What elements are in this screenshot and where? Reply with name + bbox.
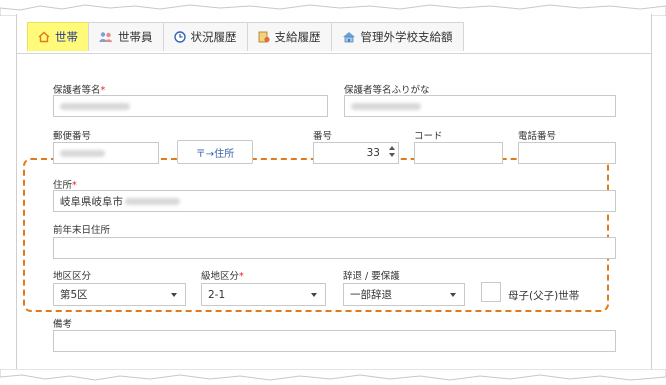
tab-bar: 世帯 世帯員 状況履歴 支給履歴 管理外学校支給額 [27, 22, 464, 54]
code-input[interactable] [414, 142, 503, 164]
home-icon [38, 31, 50, 43]
phone-label: 電話番号 [518, 131, 557, 142]
postal-to-address-button[interactable]: 〒→住所 [177, 140, 253, 164]
chevron-down-icon [311, 292, 317, 297]
withdrawal-select[interactable]: 一部辞退 [343, 283, 465, 306]
phone-input[interactable] [518, 142, 616, 164]
guardian-name-input[interactable] [53, 95, 328, 117]
tab-status-history[interactable]: 状況履歴 [162, 22, 248, 51]
district-select[interactable]: 第5区 [53, 283, 186, 306]
address-value: 岐阜県岐阜市 [60, 195, 123, 208]
tab-label: 状況履歴 [190, 30, 237, 44]
prev-year-address-label: 前年末日住所 [53, 225, 111, 236]
guardian-name-label: 保護者等名* [53, 85, 106, 96]
torn-edge-bottom [0, 369, 666, 381]
redacted-value [60, 102, 130, 110]
grade-district-select[interactable]: 2-1 [201, 283, 326, 306]
tab-label: 世帯 [55, 30, 78, 44]
address-input[interactable]: 岐阜県岐阜市 [53, 190, 616, 212]
remarks-label: 備考 [53, 319, 73, 330]
district-value: 第5区 [60, 289, 88, 301]
chevron-down-icon [450, 292, 456, 297]
single-parent-label: 母子(父子)世帯 [508, 290, 580, 302]
grade-district-value: 2-1 [208, 288, 226, 301]
tab-label: 支給履歴 [274, 30, 321, 44]
tab-label: 管理外学校支給額 [360, 30, 453, 44]
prev-year-address-input[interactable] [53, 237, 616, 259]
postal-code-label: 郵便番号 [53, 131, 92, 142]
tab-label: 世帯員 [118, 30, 153, 44]
single-parent-checkbox[interactable] [481, 282, 501, 302]
guardian-kana-label: 保護者等名ふりがな [344, 85, 430, 96]
remarks-input[interactable] [53, 330, 616, 352]
number-value: 33 [366, 147, 380, 159]
redacted-value [60, 149, 105, 157]
postal-code-input[interactable] [53, 142, 159, 164]
address-label: 住所* [53, 180, 77, 191]
redacted-value [125, 197, 180, 205]
tab-external-school[interactable]: 管理外学校支給額 [330, 22, 464, 51]
ledger-icon [258, 31, 270, 43]
chevron-down-icon [171, 292, 177, 297]
withdrawal-label: 辞退 / 要保護 [343, 271, 400, 282]
code-label: コード [414, 131, 443, 142]
redacted-value [351, 102, 421, 110]
number-stepper[interactable]: 33 [313, 142, 399, 164]
number-label: 番号 [313, 131, 333, 142]
tab-divider [17, 53, 651, 54]
withdrawal-value: 一部辞退 [350, 289, 392, 301]
people-icon [99, 31, 113, 43]
tab-members[interactable]: 世帯員 [88, 22, 164, 51]
tab-household[interactable]: 世帯 [27, 22, 89, 51]
stepper-arrows-icon[interactable] [389, 146, 395, 157]
tab-payment-history[interactable]: 支給履歴 [246, 22, 332, 51]
grade-district-label: 級地区分* [201, 271, 244, 282]
district-label: 地区区分 [53, 271, 92, 282]
school-icon [342, 31, 356, 43]
guardian-kana-input[interactable] [344, 95, 616, 117]
clock-icon [173, 31, 186, 43]
